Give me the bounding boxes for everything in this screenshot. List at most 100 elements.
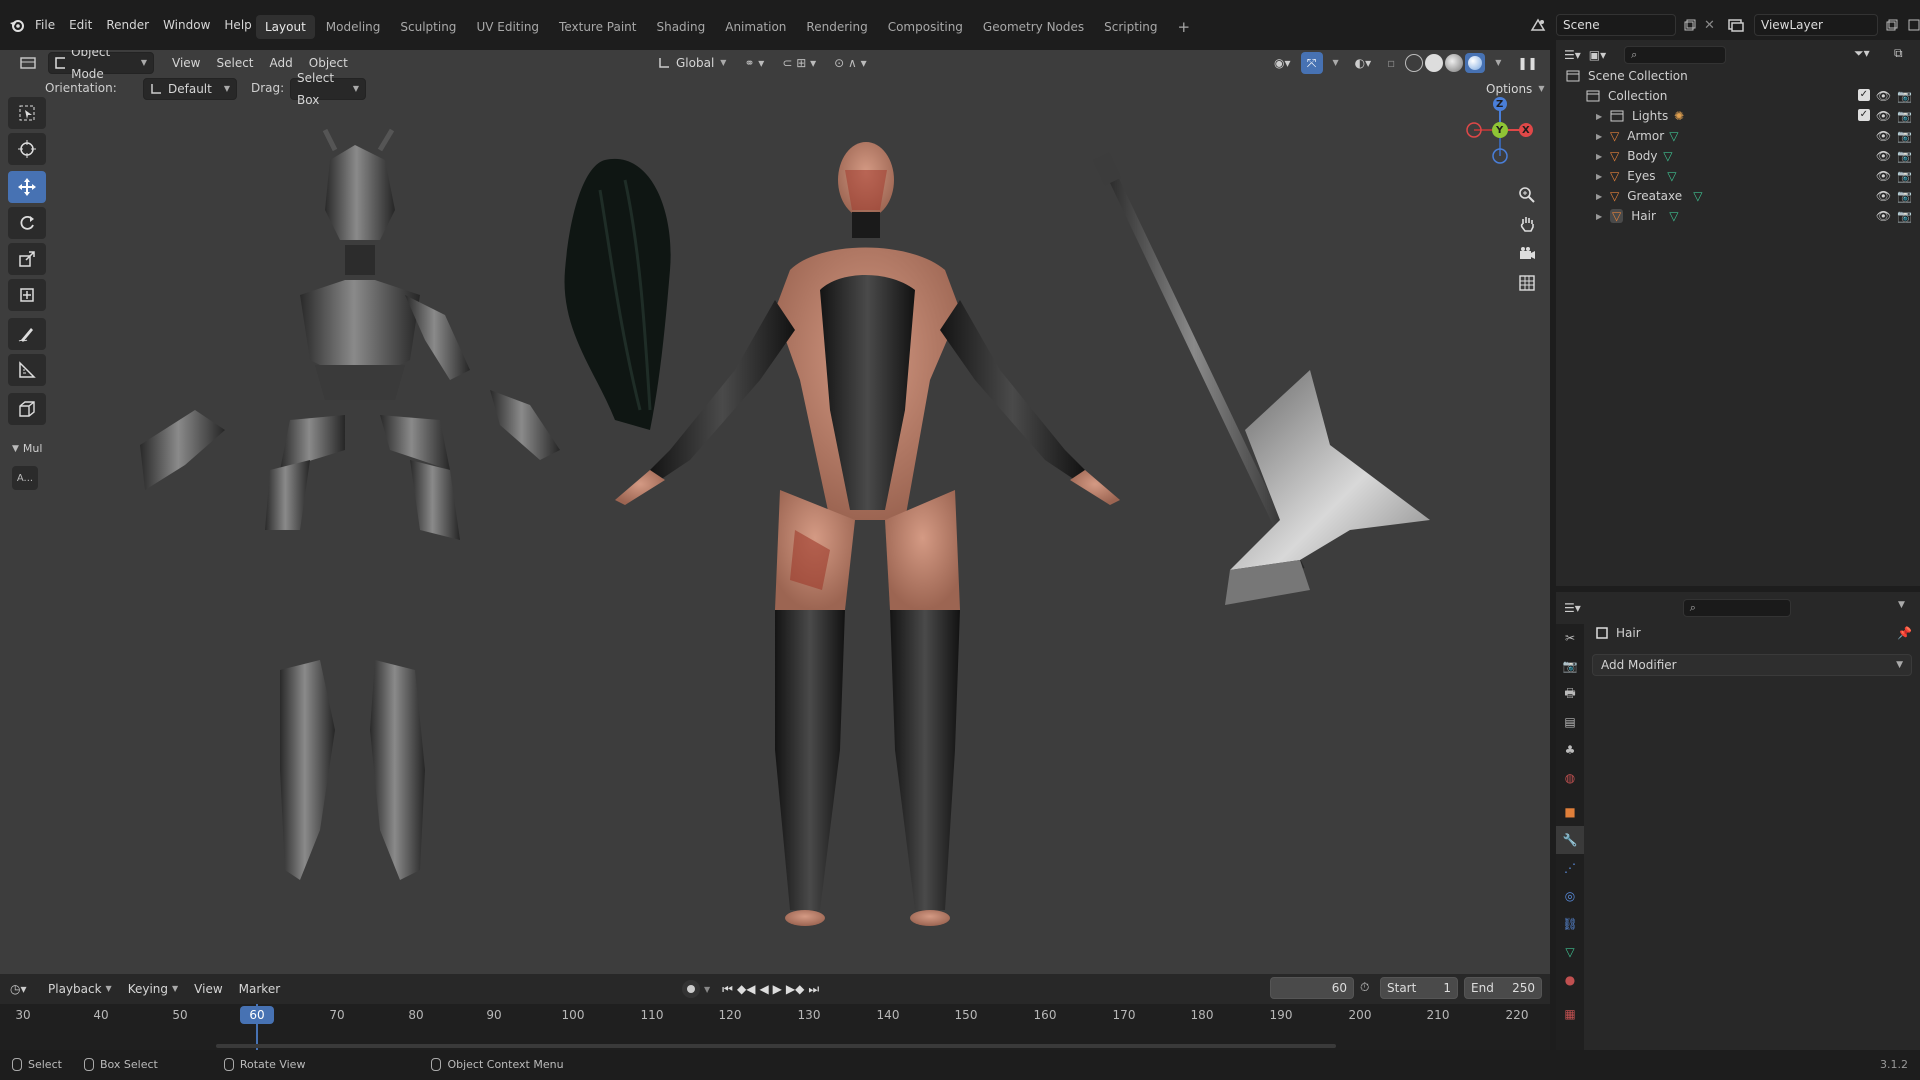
current-frame-field[interactable]: 60	[1270, 977, 1354, 999]
render-tab-icon[interactable]: 📷	[1556, 652, 1584, 680]
texture-tab-icon[interactable]: ▦	[1556, 1000, 1584, 1028]
record-icon[interactable]	[682, 980, 700, 998]
outliner-row-body[interactable]: ▶ ▽ Body ▽ 👁 📷	[1596, 146, 1920, 166]
outliner-editor-type-icon[interactable]: ☰▾	[1564, 48, 1581, 62]
camera-icon[interactable]: 📷	[1897, 89, 1912, 103]
world-tab-icon[interactable]: ◍	[1556, 764, 1584, 792]
outliner-row-collection[interactable]: Collection ✓ 👁 📷	[1586, 86, 1920, 106]
data-tab-icon[interactable]: ▽	[1556, 938, 1584, 966]
expand-arrow-icon[interactable]: ▶	[1596, 212, 1610, 221]
timeline-track[interactable]: 60	[0, 1004, 1550, 1050]
particles-tab-icon[interactable]: ⋰	[1556, 854, 1584, 882]
view-layer-tab-icon[interactable]: ▤	[1556, 708, 1584, 736]
tab-scripting[interactable]: Scripting	[1095, 15, 1166, 39]
scene-icon[interactable]	[1524, 14, 1552, 36]
tab-texture-paint[interactable]: Texture Paint	[550, 15, 645, 39]
eye-icon[interactable]: 👁	[1876, 189, 1891, 203]
output-tab-icon[interactable]: 🖶	[1556, 680, 1584, 708]
camera-icon[interactable]: 📷	[1897, 149, 1912, 163]
properties-editor-type-icon[interactable]: ☰▾	[1564, 601, 1581, 615]
menu-file[interactable]: File	[28, 13, 62, 37]
new-collection-icon[interactable]: ⧉	[1894, 46, 1903, 61]
eye-icon[interactable]: 👁	[1876, 169, 1891, 183]
filter-icon[interactable]: ⏷▾	[1854, 46, 1870, 61]
play-reverse-icon[interactable]: ◀	[759, 982, 768, 996]
scene-name-field[interactable]: Scene	[1556, 14, 1676, 36]
physics-tab-icon[interactable]: ◎	[1556, 882, 1584, 910]
menu-render[interactable]: Render	[99, 13, 156, 37]
body-mesh[interactable]	[615, 142, 1120, 926]
hair-mesh[interactable]	[564, 158, 671, 430]
tab-geometry-nodes[interactable]: Geometry Nodes	[974, 15, 1093, 39]
camera-icon[interactable]: 📷	[1897, 209, 1912, 223]
remove-view-layer-icon[interactable]	[1906, 17, 1920, 33]
outliner-row-lights[interactable]: ▶ Lights ✺ ✓ 👁 📷	[1596, 106, 1920, 126]
eye-icon[interactable]: 👁	[1876, 149, 1891, 163]
next-keyframe-icon[interactable]: ▶◆	[786, 982, 804, 996]
end-frame-field[interactable]: End 250	[1464, 977, 1542, 999]
eye-icon[interactable]: 👁	[1876, 129, 1891, 143]
outliner-row-eyes[interactable]: ▶ ▽ Eyes ▽ 👁 📷	[1596, 166, 1920, 186]
expand-arrow-icon[interactable]: ▶	[1596, 172, 1610, 181]
keying-menu[interactable]: Keying ▼	[122, 978, 184, 1000]
stopwatch-icon[interactable]: ⏱	[1360, 980, 1369, 995]
checkbox-icon[interactable]: ✓	[1857, 109, 1870, 121]
copy-view-layer-icon[interactable]	[1882, 15, 1902, 35]
outliner-row-greataxe[interactable]: ▶ ▽ Greataxe ▽ 👁 📷	[1596, 186, 1920, 206]
add-modifier-dropdown[interactable]: Add Modifier ▼	[1592, 654, 1912, 676]
pin-icon[interactable]: 📌	[1897, 626, 1912, 640]
outliner-row-scene-collection[interactable]: Scene Collection	[1566, 66, 1920, 86]
tab-layout[interactable]: Layout	[256, 15, 315, 39]
add-workspace-button[interactable]: +	[1169, 15, 1200, 39]
tab-compositing[interactable]: Compositing	[879, 15, 972, 39]
view-layer-field[interactable]: ViewLayer	[1754, 14, 1878, 36]
prev-keyframe-icon[interactable]: ◆◀	[737, 982, 755, 996]
checkbox-icon[interactable]: ✓	[1857, 89, 1870, 101]
greataxe-mesh[interactable]	[1092, 152, 1430, 605]
timeline-scrollbar[interactable]	[216, 1044, 1336, 1048]
expand-arrow-icon[interactable]: ▶	[1596, 192, 1610, 201]
properties-search-input[interactable]: ⌕	[1682, 599, 1791, 617]
chevron-down-icon[interactable]: ▼	[1898, 600, 1905, 610]
camera-icon[interactable]: 📷	[1897, 129, 1912, 143]
view-layer-icon[interactable]	[1722, 14, 1750, 36]
object-tab-icon[interactable]: ■	[1556, 798, 1584, 826]
3d-viewport[interactable]: Object Mode ▼ View Select Add Object Glo…	[0, 50, 1550, 974]
camera-icon[interactable]: 📷	[1897, 109, 1912, 123]
eye-icon[interactable]: 👁	[1876, 109, 1891, 123]
outliner-row-hair[interactable]: ▶ ▽ Hair ▽ 👁 📷	[1596, 206, 1920, 226]
expand-arrow-icon[interactable]: ▶	[1596, 132, 1610, 141]
menu-help[interactable]: Help	[217, 13, 258, 37]
tab-animation[interactable]: Animation	[716, 15, 795, 39]
jump-end-icon[interactable]: ⏭	[808, 982, 819, 997]
close-scene-icon[interactable]: ✕	[1704, 18, 1720, 33]
blender-logo-icon[interactable]	[6, 14, 28, 36]
eye-icon[interactable]: 👁	[1876, 89, 1891, 103]
outliner-search-input[interactable]: ⌕	[1624, 46, 1727, 64]
constraints-tab-icon[interactable]: ⛓	[1556, 910, 1584, 938]
play-icon[interactable]: ▶	[773, 982, 782, 996]
camera-icon[interactable]: 📷	[1897, 169, 1912, 183]
tab-sculpting[interactable]: Sculpting	[391, 15, 465, 39]
timeline-editor-type-icon[interactable]: ◷▾	[10, 982, 38, 996]
tab-rendering[interactable]: Rendering	[797, 15, 876, 39]
material-tab-icon[interactable]: ●	[1556, 966, 1584, 994]
start-frame-field[interactable]: Start 1	[1380, 977, 1458, 999]
playhead-frame-label[interactable]: 60	[240, 1006, 274, 1024]
camera-icon[interactable]: 📷	[1897, 189, 1912, 203]
menu-edit[interactable]: Edit	[62, 13, 99, 37]
copy-scene-icon[interactable]	[1680, 15, 1700, 35]
tab-modeling[interactable]: Modeling	[317, 15, 390, 39]
modifier-tab-icon[interactable]: 🔧	[1556, 826, 1584, 854]
tab-shading[interactable]: Shading	[647, 15, 714, 39]
marker-menu[interactable]: Marker	[233, 978, 286, 1000]
armor-mesh[interactable]	[140, 128, 560, 880]
playback-menu[interactable]: Playback ▼	[42, 978, 118, 1000]
chevron-down-icon[interactable]: ▼	[704, 985, 710, 994]
jump-start-icon[interactable]: ⏮	[722, 982, 733, 997]
scene-tab-icon[interactable]: ♣	[1556, 736, 1584, 764]
eye-icon[interactable]: 👁	[1876, 209, 1891, 223]
outliner-row-armor[interactable]: ▶ ▽ Armor ▽ 👁 📷	[1596, 126, 1920, 146]
tool-tab-icon[interactable]: ✂	[1556, 624, 1584, 652]
menu-window[interactable]: Window	[156, 13, 217, 37]
